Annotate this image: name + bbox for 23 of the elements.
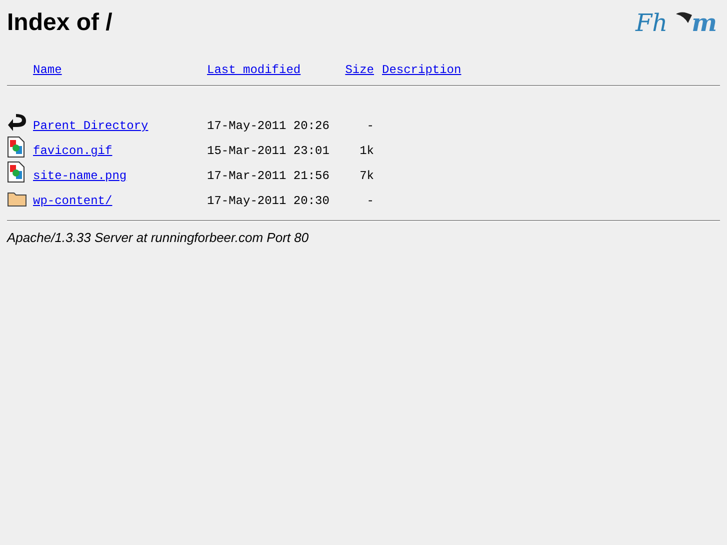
modified-date: 17-Mar-2011 21:56	[207, 169, 330, 183]
file-size: 1k	[360, 144, 375, 158]
column-header-link[interactable]: Last modified	[207, 63, 301, 77]
server-signature: Apache/1.3.33 Server at runningforbeer.com Port 80	[7, 230, 309, 245]
column-header-link[interactable]: Size	[345, 63, 374, 77]
column-header-link[interactable]: Description	[382, 63, 462, 77]
page-title: Index of /	[7, 9, 112, 37]
image-file-icon	[7, 161, 25, 183]
back-arrow-icon	[7, 113, 27, 133]
file-size: -	[366, 119, 375, 133]
file-link[interactable]: wp-content/	[33, 194, 112, 208]
folder-icon	[7, 190, 27, 208]
logo[interactable]: Fh	[635, 11, 668, 35]
image-file-icon	[7, 136, 25, 158]
file-link[interactable]: Parent Directory	[33, 119, 148, 133]
file-size: -	[366, 194, 375, 208]
file-link[interactable]: favicon.gif	[33, 144, 112, 158]
modified-date: 17-May-2011 20:30	[207, 194, 330, 208]
file-size: 7k	[360, 169, 375, 183]
modified-date: 15-Mar-2011 23:01	[207, 144, 330, 158]
modified-date: 17-May-2011 20:26	[207, 119, 330, 133]
column-header-link[interactable]: Name	[33, 63, 62, 77]
file-link[interactable]: site-name.png	[33, 169, 127, 183]
